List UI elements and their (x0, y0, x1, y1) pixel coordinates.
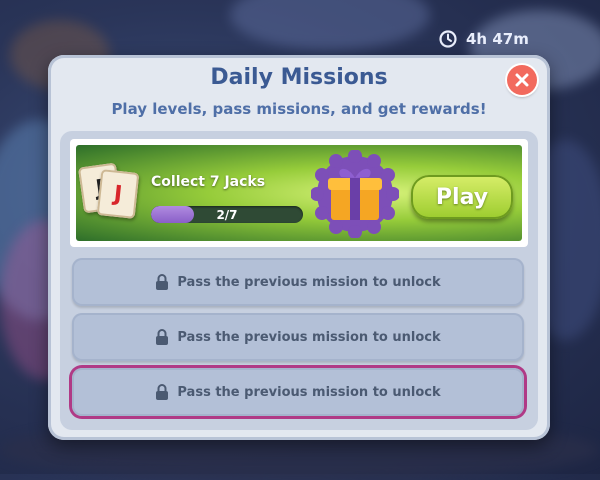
locked-mission-row: Pass the previous mission to unlock (72, 258, 524, 306)
close-icon (515, 73, 529, 87)
lock-icon (156, 274, 169, 290)
timer-text: 4h 47m (466, 30, 529, 48)
locked-mission-row: Pass the previous mission to unlock (72, 368, 524, 416)
locked-mission-label: Pass the previous mission to unlock (177, 329, 441, 345)
progress-label: 2/7 (216, 207, 238, 222)
daily-missions-dialog: Daily Missions Play levels, pass mission… (48, 55, 550, 440)
mission-list: J J Collect 7 Jacks 2/7 (60, 131, 538, 430)
gift-box-icon (311, 150, 399, 238)
locked-mission-label: Pass the previous mission to unlock (177, 384, 441, 400)
play-button[interactable]: Play (411, 175, 513, 219)
playing-card-icon: J (96, 169, 140, 219)
locked-mission-row: Pass the previous mission to unlock (72, 313, 524, 361)
active-mission-background: J J Collect 7 Jacks 2/7 (76, 145, 522, 241)
mission-title: Collect 7 Jacks (151, 174, 266, 190)
lock-icon (156, 329, 169, 345)
dialog-title: Daily Missions (210, 65, 388, 90)
locked-mission-label: Pass the previous mission to unlock (177, 274, 441, 290)
event-timer: 4h 47m (438, 28, 529, 50)
dialog-subtitle: Play levels, pass missions, and get rewa… (111, 100, 487, 118)
active-mission-card: J J Collect 7 Jacks 2/7 (70, 139, 528, 247)
background-blob (230, 0, 430, 50)
clock-icon (439, 30, 457, 48)
mission-progress-bar: 2/7 (151, 206, 303, 223)
lock-icon (156, 384, 169, 400)
close-button[interactable] (507, 65, 537, 95)
